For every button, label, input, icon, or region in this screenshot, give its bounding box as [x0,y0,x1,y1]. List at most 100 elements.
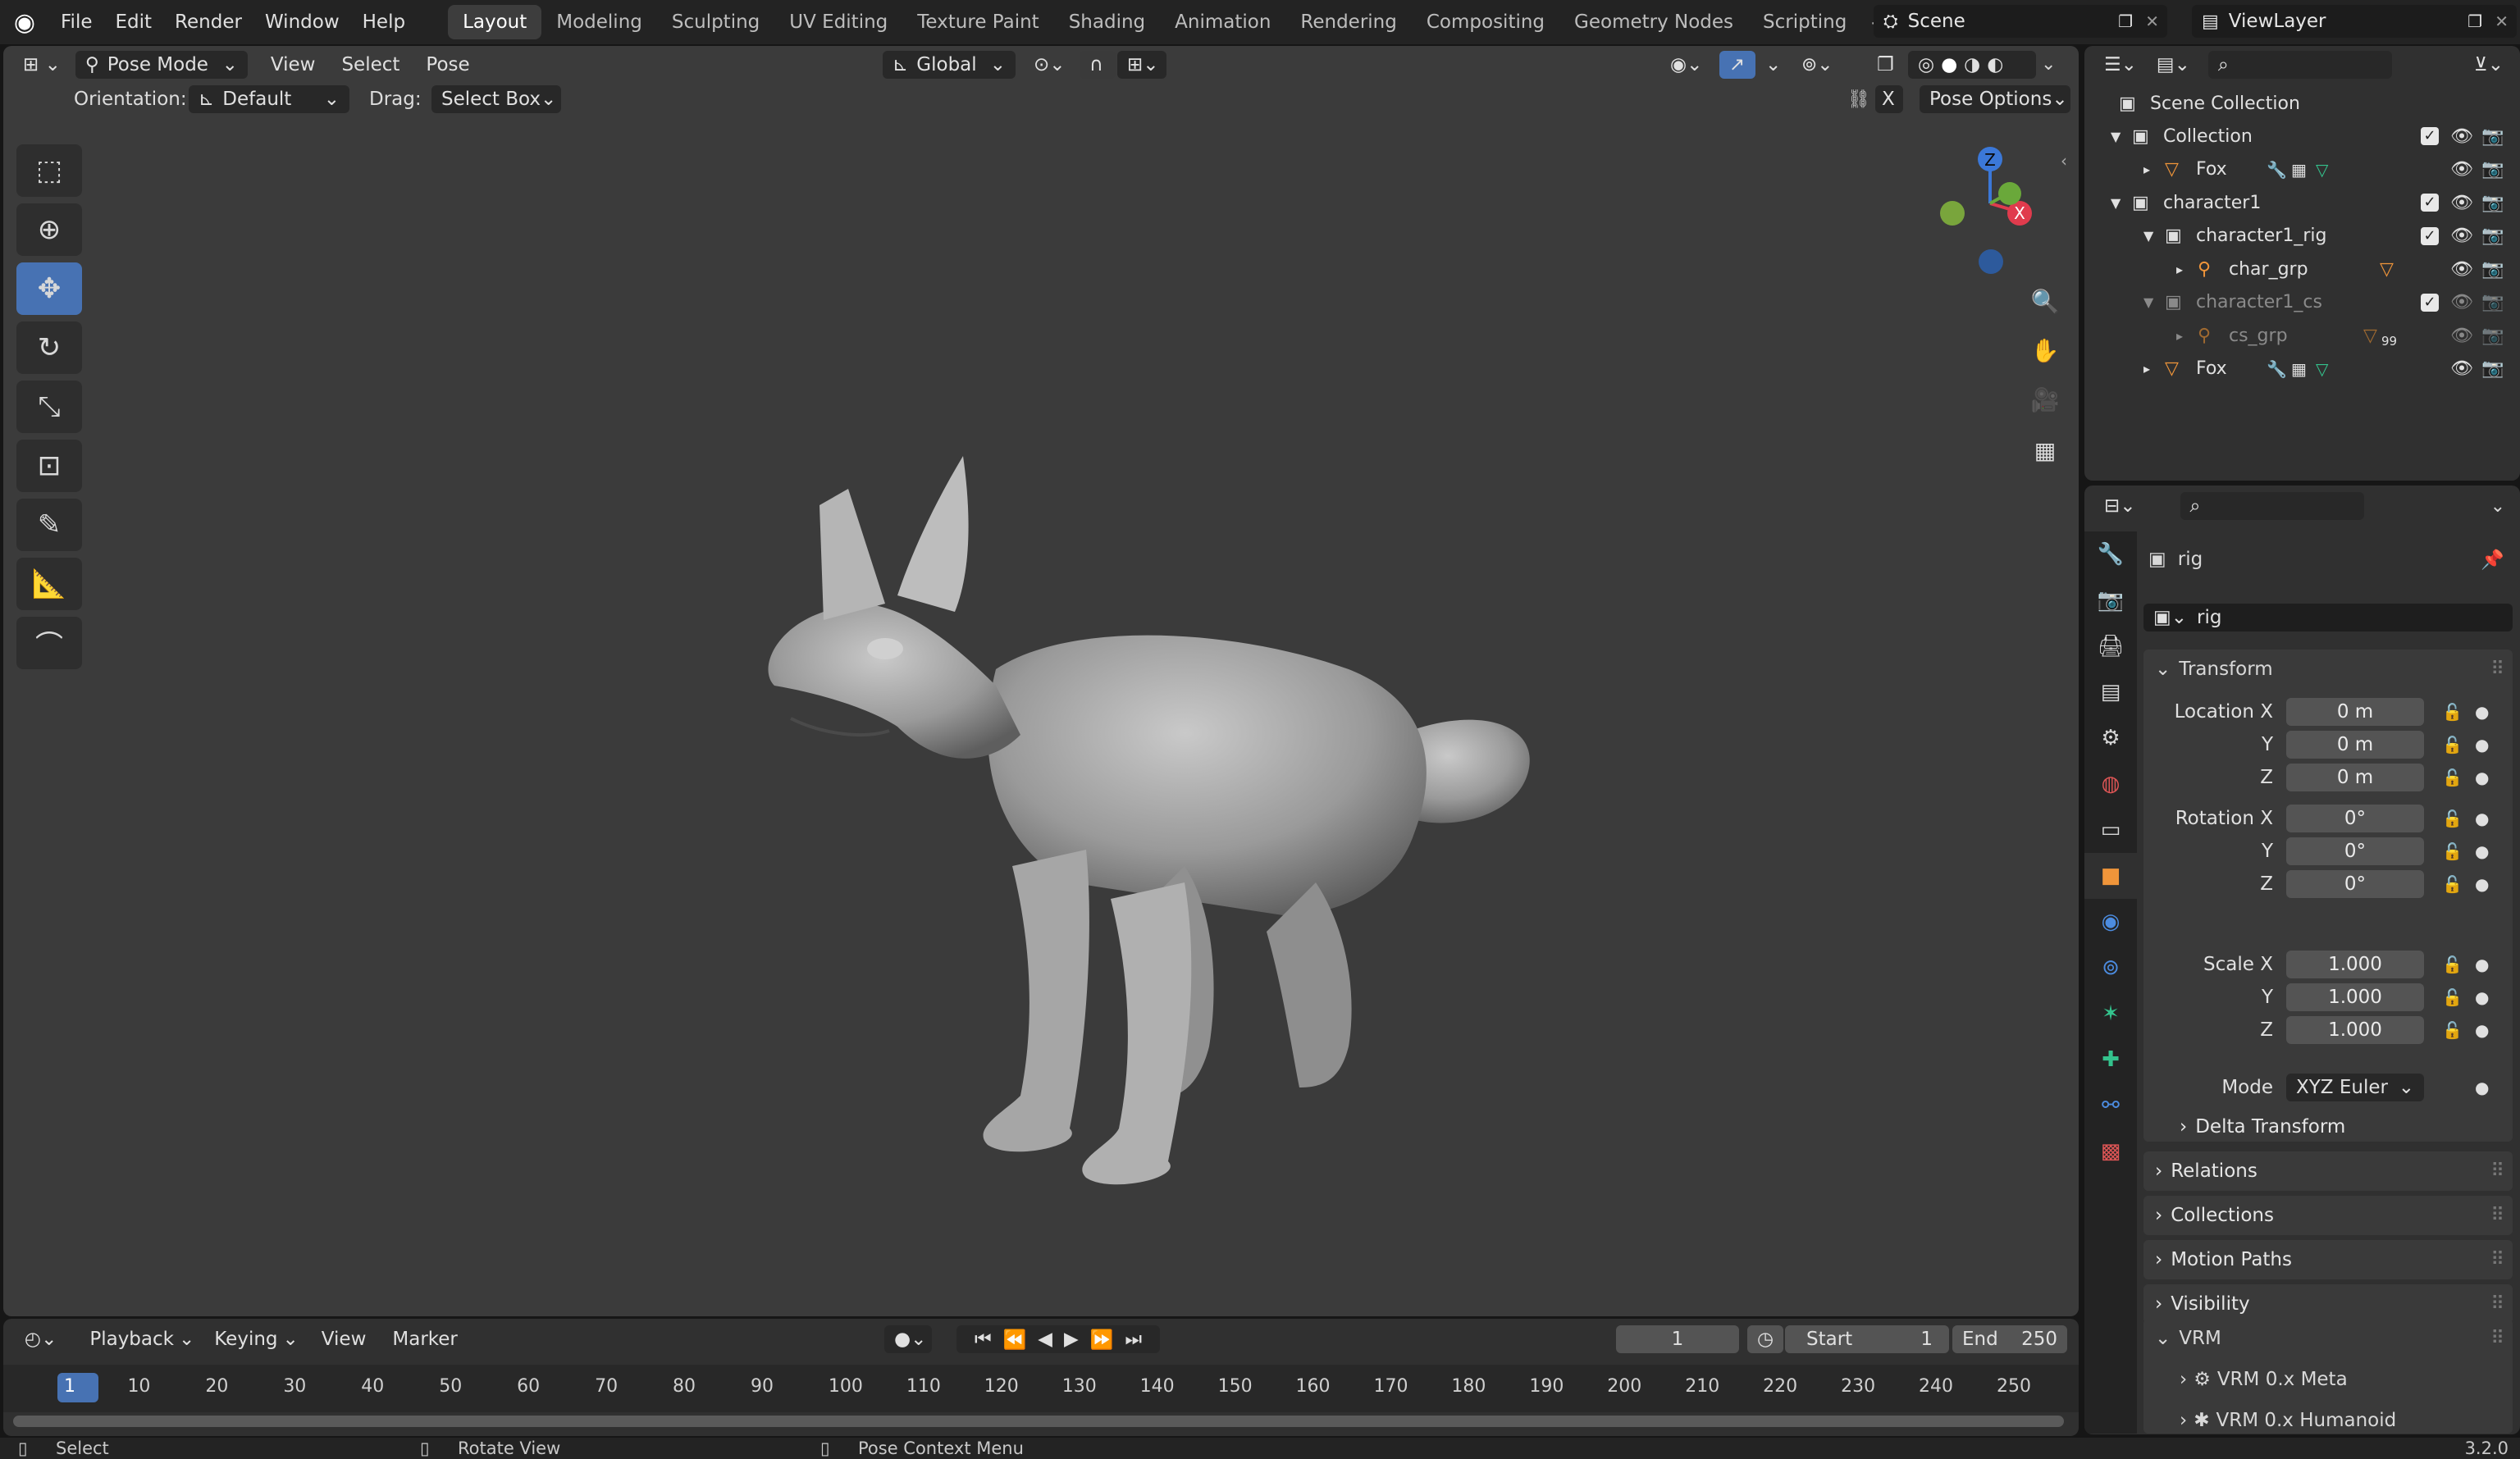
bone-constraint-tab-icon[interactable]: ⚯ [2084,1083,2137,1128]
tab-modeling[interactable]: Modeling [541,5,657,39]
preview-range-toggle[interactable]: ◷ [1747,1325,1783,1353]
keyframe-dot-icon[interactable]: ● [2475,841,2489,861]
tab-uv-editing[interactable]: UV Editing [774,5,902,39]
section-relations[interactable]: › Relations ⠿ [2143,1151,2513,1191]
timeline[interactable]: ◴⌄ Playback ⌄ Keying ⌄ View Marker ●⌄ ⏮ … [3,1319,2079,1436]
render-camera-icon[interactable]: 📷 [2481,259,2504,280]
keyframe-dot-icon[interactable]: ● [2475,1078,2489,1097]
mode-dropdown[interactable]: ⚲ Pose Mode ⌄ [75,50,248,79]
move-tool[interactable]: ✥ [16,262,82,315]
location-x-field[interactable]: 0 m [2286,698,2424,726]
perspective-grid-icon[interactable]: ▦ [2025,430,2066,471]
camera-icon[interactable]: 🎥 [2025,379,2066,420]
timeline-scrollbar[interactable] [13,1416,2064,1427]
tab-shading[interactable]: Shading [1054,5,1160,39]
chevron-down-icon[interactable]: ⌄ [2490,496,2505,517]
expand-right-icon[interactable]: ▸ [2143,361,2150,376]
pose-options-dropdown[interactable]: Pose Options ⌄ [1920,85,2070,113]
wrench-icon[interactable]: 🔧 [2267,160,2287,180]
copy-icon[interactable]: ❐ [2468,11,2482,31]
mirror-icon[interactable]: ⛓ [1847,89,1870,110]
filter-dropdown[interactable]: ⊻⌄ [2464,51,2513,79]
select-box-tool[interactable]: ⬚ [16,144,82,197]
outliner[interactable]: ☰⌄ ▤⌄ ⌕ ⊻⌄ ▣ Scene Collection ▼ ▣ Collec… [2084,46,2520,481]
keyframe-dot-icon[interactable]: ● [2475,809,2489,828]
expand-right-icon[interactable]: ▸ [2143,162,2150,177]
navigation-gizmo[interactable]: Z X [1915,136,2046,243]
solid-shading-icon[interactable]: ● [1941,54,1957,75]
section-collections[interactable]: › Collections ⠿ [2143,1196,2513,1235]
rendered-shading-icon[interactable]: ◐ [1987,54,2003,75]
play-icon[interactable]: ▶ [1064,1329,1079,1350]
menu-view[interactable]: View [258,54,329,75]
vrm-header[interactable]: ⌄ VRM ⠿ [2143,1322,2513,1355]
scene-tab-icon[interactable]: ⚙ [2084,715,2137,761]
visibility-dropdown[interactable]: ◉⌄ [1660,51,1710,79]
modifier-stack-icon[interactable]: ▦ [2291,359,2307,379]
visibility-eye-icon[interactable]: 👁 [2450,259,2473,280]
outliner-row-fox-object[interactable]: ▸ ▽ Fox 🔧 ▦ ▽ 👁 📷 [2084,153,2520,186]
x-mirror-toggle[interactable]: X [1875,85,1903,113]
3d-viewport[interactable]: ⊞ ⌄ ⚲ Pose Mode ⌄ View Select Pose ⊾ Glo… [3,46,2079,1316]
collapse-sidebar-icon[interactable]: ‹ [2061,151,2067,171]
outliner-row-cs-grp-armature[interactable]: ▸ ⚲ cs_grp ▽ 99 👁 📷 [2084,319,2520,352]
tool-tab-icon[interactable]: 🔧 [2084,531,2137,577]
drag-handle-icon[interactable]: ⠿ [2490,1160,2504,1182]
start-frame-field[interactable]: Start 1 [1785,1325,1949,1353]
blender-logo-icon[interactable]: ◉ [0,8,49,37]
zoom-icon[interactable]: 🔍 [2025,280,2066,321]
auto-keying-toggle[interactable]: ●⌄ [884,1325,932,1353]
render-camera-icon[interactable]: 📷 [2481,193,2504,213]
render-camera-icon[interactable]: 📷 [2481,126,2504,147]
timeline-marker-menu[interactable]: Marker [379,1329,471,1350]
gizmo-dropdown[interactable]: ⌄ [1755,51,1781,79]
jump-end-icon[interactable]: ⏭ [1125,1329,1142,1350]
lock-icon[interactable]: 🔓 [2442,955,2463,974]
visibility-eye-icon[interactable]: 👁 [2450,193,2473,213]
tab-sculpting[interactable]: Sculpting [657,5,774,39]
pan-hand-icon[interactable]: ✋ [2025,330,2066,371]
outliner-row-character1-rig-collection[interactable]: ▼ ▣ character1_rig ✓ 👁 📷 [2084,220,2520,253]
relax-pose-tool[interactable]: ⌒ [16,617,82,669]
drag-handle-icon[interactable]: ⠿ [2490,1328,2504,1349]
output-tab-icon[interactable]: 🖨 [2084,623,2137,669]
menu-window[interactable]: Window [253,0,351,44]
constraint-tab-icon[interactable]: ⊚ [2084,945,2137,991]
expand-right-icon[interactable]: ▸ [2176,328,2183,344]
keyframe-dot-icon[interactable]: ● [2475,1020,2489,1040]
visibility-eye-icon[interactable]: 👁 [2450,292,2473,312]
render-camera-icon[interactable]: 📷 [2481,226,2504,246]
gizmo-toggle[interactable]: ↗ [1719,50,1755,79]
editor-type-dropdown[interactable]: ◴⌄ [15,1325,66,1353]
rotate-tool[interactable]: ↻ [16,321,82,374]
menu-render[interactable]: Render [163,0,253,44]
bone-tab-icon[interactable]: ✚ [2084,1037,2137,1083]
texture-tab-icon[interactable]: ▩ [2084,1128,2137,1174]
tab-compositing[interactable]: Compositing [1412,5,1559,39]
armature-data-tab-icon[interactable]: ✶ [2084,991,2137,1037]
expand-right-icon[interactable]: ▸ [2176,262,2183,277]
frame-ruler[interactable]: 1 10 20 30 40 50 60 70 80 90 100 110 120 130 140 150 160… [3,1365,2079,1412]
menu-pose[interactable]: Pose [413,54,482,75]
jump-start-icon[interactable]: ⏮ [975,1329,992,1350]
gizmo-neg-z-icon[interactable] [1979,249,2003,274]
exclude-checkbox[interactable]: ✓ [2421,127,2439,145]
menu-select[interactable]: Select [328,54,413,75]
lock-icon[interactable]: 🔓 [2442,702,2463,722]
lock-icon[interactable]: 🔓 [2442,735,2463,755]
tab-animation[interactable]: Animation [1160,5,1285,39]
pin-icon[interactable]: 📌 [2481,549,2504,571]
section-visibility[interactable]: › Visibility ⠿ [2143,1284,2513,1324]
tab-geometry-nodes[interactable]: Geometry Nodes [1559,5,1748,39]
scale-y-field[interactable]: 1.000 [2286,983,2424,1011]
pivot-dropdown[interactable]: ⊙⌄ [1024,51,1073,79]
expand-down-icon[interactable]: ▼ [2111,195,2121,211]
menu-edit[interactable]: Edit [104,0,164,44]
prev-keyframe-icon[interactable]: ⏪ [1003,1329,1027,1351]
menu-file[interactable]: File [49,0,104,44]
render-camera-icon[interactable]: 📷 [2481,326,2504,346]
scale-z-field[interactable]: 1.000 [2286,1016,2424,1044]
end-frame-field[interactable]: End 250 [1952,1325,2067,1353]
xray-toggle[interactable]: ❐ [1867,51,1903,79]
outliner-row-fox-object-2[interactable]: ▸ ▽ Fox 🔧 ▦ ▽ 👁 📷 [2084,353,2520,385]
